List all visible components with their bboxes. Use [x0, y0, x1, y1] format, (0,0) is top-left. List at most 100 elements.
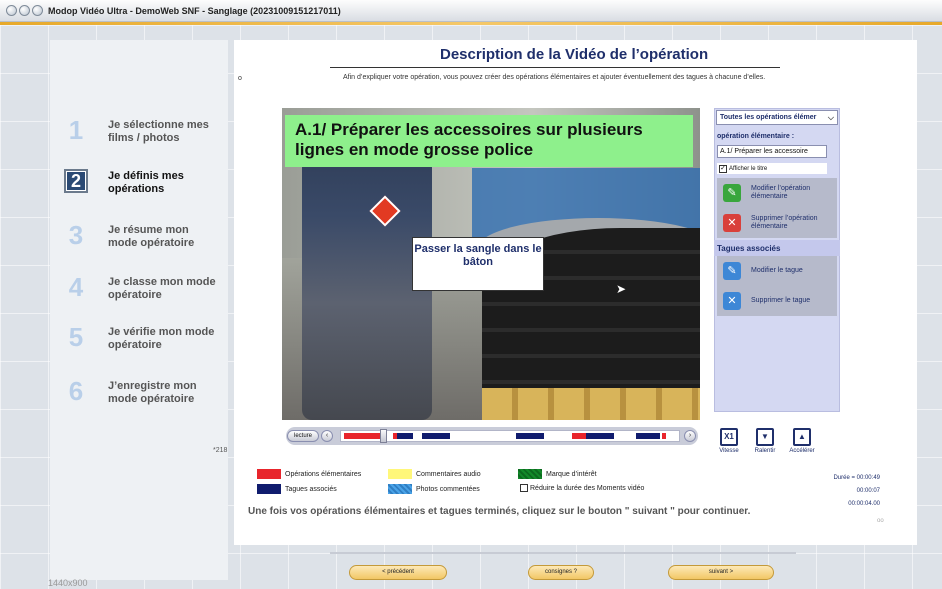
legend-label: Marque d’intérêt [546, 470, 597, 478]
video-frame-pallet [482, 388, 700, 420]
speed-label: Vitesse [719, 448, 739, 454]
step-number: 5 [68, 322, 84, 352]
instructions-button[interactable]: consignes ? [528, 565, 594, 580]
step-label: Je résume mon mode opératoire [108, 224, 195, 249]
timeline-operation-segment[interactable] [572, 433, 586, 439]
total-duration: Durée = 00:00:49 [833, 475, 880, 481]
chevron-down-icon: ⌵ [827, 113, 834, 122]
show-title-label: Afficher le titre [729, 165, 768, 172]
checkbox-icon[interactable] [520, 484, 528, 492]
video-tag-label[interactable]: Passer la sangle dans le bâton [412, 237, 544, 291]
step-6[interactable]: 6 J’enregistre mon mode opératoire [62, 376, 218, 406]
timeline-tag-segment[interactable] [586, 433, 614, 439]
bullet-icon: o [238, 75, 242, 82]
intro-text: Afin d’expliquer votre opération, vous p… [343, 74, 766, 81]
reduce-duration-label: Réduire la durée des Moments vidéo [530, 484, 645, 492]
bottom-divider [330, 552, 796, 554]
operations-filter-value: Toutes les opérations élémer [720, 114, 817, 121]
delete-operation-label: Supprimer l’opération élémentaire [751, 215, 818, 230]
page-title: Description de la Vidéo de l’opération [440, 46, 709, 63]
duration-2: 00:00:04.00 [848, 501, 880, 507]
speed-value: X1 [720, 428, 738, 446]
step-number: 1 [68, 115, 84, 145]
checkbox-checked-icon[interactable]: ✓ [719, 164, 727, 173]
maximize-icon[interactable] [19, 5, 30, 16]
next-button[interactable]: suivant > [668, 565, 774, 580]
legend-label: Commentaires audio [416, 470, 481, 478]
delete-operation-button[interactable]: ✕ Supprimer l’opération élémentaire [717, 208, 837, 238]
timeline-tag-segment[interactable] [516, 433, 544, 439]
footer-marker: oo [877, 518, 884, 524]
legend-operations: Opérations élémentaires [257, 469, 361, 479]
video-caption[interactable]: A.1/ Préparer les accessoires sur plusie… [285, 115, 693, 167]
legend-label: Tagues associés [285, 485, 337, 493]
legend-swatch [257, 469, 281, 479]
close-icon[interactable] [32, 5, 43, 16]
speed-up-label: Accélérer [789, 448, 815, 454]
duration-1: 00:00:07 [856, 488, 880, 494]
step-4[interactable]: 4 Je classe mon mode opératoire [62, 272, 218, 302]
legend-interest: Marque d’intérêt [518, 469, 597, 479]
resolution-label: 1440x900 [48, 578, 88, 588]
legend-tags: Tagues associés [257, 484, 337, 494]
delete-tag-button[interactable]: ✕ Supprimer le tague [717, 286, 837, 316]
previous-button[interactable]: < précédent [349, 565, 447, 580]
operation-heading: opération élémentaire : [717, 133, 795, 140]
step-2[interactable]: 2 Je définis mes opérations [62, 166, 218, 196]
legend-swatch [257, 484, 281, 494]
step-number: 3 [68, 220, 84, 250]
timeline-scrubber[interactable] [380, 429, 387, 443]
reduce-duration-checkbox[interactable]: Réduire la durée des Moments vidéo [518, 484, 644, 492]
show-title-checkbox[interactable]: ✓ Afficher le titre [717, 163, 827, 174]
slow-down-button[interactable]: ▼ Ralentir [750, 428, 780, 454]
step-number: 4 [68, 272, 84, 302]
continue-instruction: Une fois vos opérations élémentaires et … [248, 506, 751, 517]
legend-label: Photos commentées [416, 485, 480, 493]
step-label: Je sélectionne mes films / photos [108, 119, 209, 144]
timeline-track[interactable] [340, 430, 680, 442]
step-3[interactable]: 3 Je résume mon mode opératoire [62, 220, 218, 250]
timeline-tag-segment[interactable] [397, 433, 413, 439]
timeline-counter: *218 [213, 447, 228, 454]
chevron-right-icon[interactable]: › [684, 430, 696, 442]
edit-operation-icon: ✎ [723, 184, 741, 202]
timeline-operation-segment[interactable] [344, 433, 380, 439]
slow-down-label: Ralentir [754, 448, 776, 454]
step-label: Je classe mon mode opératoire [108, 276, 216, 301]
play-button[interactable]: lecture [287, 430, 319, 442]
legend-swatch [388, 484, 412, 494]
tags-heading: Tagues associés [714, 240, 840, 256]
legend-photos: Photos commentées [388, 484, 480, 494]
modify-tag-button[interactable]: ✎ Modifier le tague [717, 256, 837, 286]
delete-tag-icon: ✕ [723, 292, 741, 310]
minimize-icon[interactable] [6, 5, 17, 16]
mouse-cursor-icon: ➤ [616, 282, 627, 296]
triangle-up-icon: ▲ [793, 428, 811, 446]
durations-info: Durée = 00:00:49 00:00:07 00:00:04.00 [800, 472, 880, 511]
delete-operation-icon: ✕ [723, 214, 741, 232]
step-1[interactable]: 1 Je sélectionne mes films / photos [62, 115, 218, 145]
timeline-operation-segment[interactable] [662, 433, 666, 439]
operations-filter-select[interactable]: Toutes les opérations élémer ⌵ [716, 110, 838, 125]
legend-audio: Commentaires audio [388, 469, 481, 479]
timeline-tag-segment[interactable] [422, 433, 450, 439]
modify-operation-label: Modifier l’opération élémentaire [751, 185, 811, 200]
title-divider [330, 67, 780, 68]
window-titlebar: Modop Vidéo Ultra - DemoWeb SNF - Sangla… [0, 0, 942, 22]
speed-indicator[interactable]: X1 Vitesse [714, 428, 744, 454]
speed-up-button[interactable]: ▲ Accélérer [786, 428, 818, 454]
chevron-left-icon[interactable]: ‹ [321, 430, 333, 442]
step-label: Je définis mes opérations [108, 170, 184, 195]
triangle-down-icon: ▼ [756, 428, 774, 446]
modify-operation-button[interactable]: ✎ Modifier l’opération élémentaire [717, 178, 837, 208]
step-label: J’enregistre mon mode opératoire [108, 380, 197, 405]
timeline-tag-segment[interactable] [636, 433, 660, 439]
legend-label: Opérations élémentaires [285, 470, 362, 478]
step-number-active: 2 [64, 169, 88, 193]
step-5[interactable]: 5 Je vérifie mon mode opératoire [62, 322, 218, 352]
legend-swatch [518, 469, 542, 479]
modify-tag-label: Modifier le tague [751, 267, 803, 274]
edit-tag-icon: ✎ [723, 262, 741, 280]
delete-tag-label: Supprimer le tague [751, 297, 811, 304]
operation-title-field[interactable]: A.1/ Préparer les accessoire [717, 145, 827, 158]
